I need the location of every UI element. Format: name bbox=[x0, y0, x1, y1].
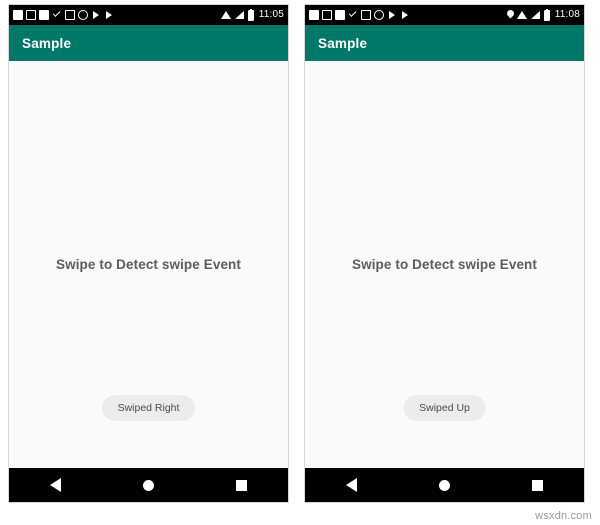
status-bar-clock: 11:05 bbox=[258, 9, 284, 20]
phone-screenshot-left: 11:05 Sample Swipe to Detect swipe Event… bbox=[8, 4, 289, 503]
stop-square-icon bbox=[26, 10, 36, 20]
stop-square-icon bbox=[322, 10, 332, 20]
watermark-text: wsxdn.com bbox=[535, 510, 592, 522]
back-icon[interactable] bbox=[346, 478, 357, 492]
navigation-bar bbox=[9, 468, 288, 502]
video-camera-icon bbox=[13, 10, 23, 20]
signal-icon bbox=[234, 10, 245, 20]
status-bar: 11:05 bbox=[9, 5, 288, 25]
phone-screenshot-right: 11:08 Sample Swipe to Detect swipe Event… bbox=[304, 4, 585, 503]
battery-icon bbox=[247, 8, 254, 21]
checkmark-icon bbox=[348, 10, 358, 20]
signal-icon bbox=[530, 10, 541, 20]
checkmark-icon bbox=[52, 10, 62, 20]
wifi-icon bbox=[220, 10, 232, 20]
recents-icon[interactable] bbox=[532, 479, 543, 491]
home-icon[interactable] bbox=[143, 479, 154, 491]
app-bar-title: Sample bbox=[22, 35, 72, 51]
back-icon[interactable] bbox=[50, 478, 61, 492]
play-triangle-icon bbox=[387, 10, 397, 20]
rect-outline-icon bbox=[65, 10, 75, 20]
app-content-area[interactable]: Swipe to Detect swipe Event Swiped Up bbox=[305, 61, 584, 468]
circle-icon bbox=[78, 10, 88, 20]
status-bar-left-icons bbox=[13, 10, 221, 20]
recents-icon[interactable] bbox=[236, 479, 247, 491]
navigation-bar bbox=[305, 468, 584, 502]
rect-outline-icon bbox=[361, 10, 371, 20]
screenshot-canvas: 11:05 Sample Swipe to Detect swipe Event… bbox=[0, 0, 600, 525]
status-bar-left-icons bbox=[309, 10, 507, 20]
video-camera-icon bbox=[309, 10, 319, 20]
rounded-rect-icon bbox=[335, 10, 345, 20]
swipe-hint-text: Swipe to Detect swipe Event bbox=[56, 257, 241, 272]
swipe-hint-text: Swipe to Detect swipe Event bbox=[352, 257, 537, 272]
wifi-icon bbox=[516, 10, 528, 20]
app-bar: Sample bbox=[305, 25, 584, 61]
play-triangle-icon bbox=[400, 10, 410, 20]
status-bar-right-icons: 11:05 bbox=[220, 8, 284, 21]
toast-message: Swiped Right bbox=[101, 395, 196, 421]
app-bar-title: Sample bbox=[318, 35, 368, 51]
status-bar: 11:08 bbox=[305, 5, 584, 25]
play-triangle-icon bbox=[104, 10, 114, 20]
status-bar-right-icons: 11:08 bbox=[507, 8, 580, 21]
battery-icon bbox=[543, 8, 550, 21]
app-content-area[interactable]: Swipe to Detect swipe Event Swiped Right bbox=[9, 61, 288, 468]
home-icon[interactable] bbox=[439, 479, 450, 491]
status-bar-clock: 11:08 bbox=[554, 9, 580, 20]
location-pin-icon bbox=[507, 10, 514, 20]
rounded-rect-icon bbox=[39, 10, 49, 20]
circle-icon bbox=[374, 10, 384, 20]
play-triangle-icon bbox=[91, 10, 101, 20]
toast-message: Swiped Up bbox=[403, 395, 486, 421]
app-bar: Sample bbox=[9, 25, 288, 61]
